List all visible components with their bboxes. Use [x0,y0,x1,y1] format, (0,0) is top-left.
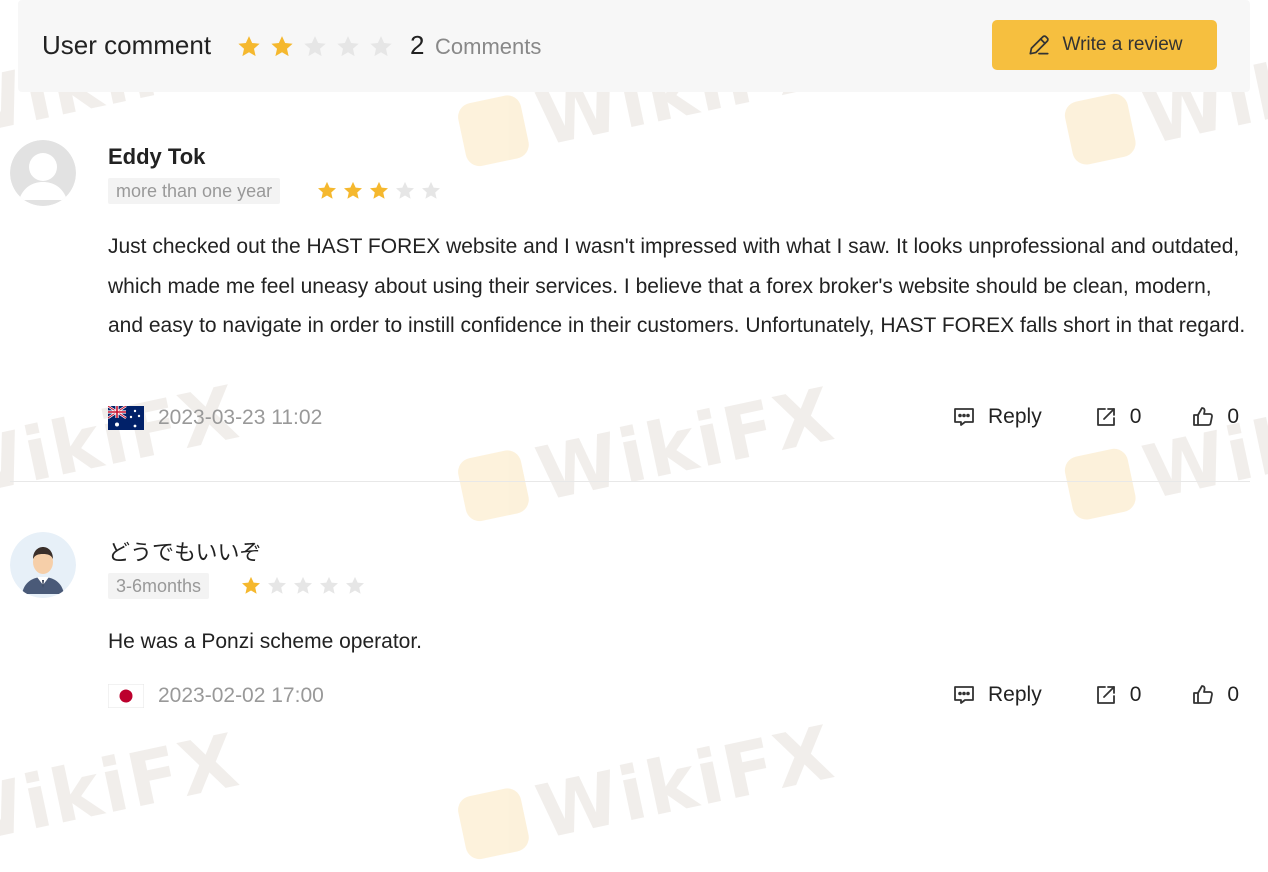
reply-button[interactable]: Reply [952,405,1042,429]
review-meta: 2023-02-02 17:00 [108,684,324,708]
reply-button[interactable]: Reply [952,683,1042,707]
reviewer-name[interactable]: どうでもいいぞ [108,535,262,567]
like-count: 0 [1227,405,1240,428]
usage-duration-badge: more than one year [108,178,281,204]
star-filled-icon [370,181,388,199]
like-count: 0 [1227,683,1240,706]
star-empty-icon [396,181,414,199]
star-filled-icon [344,181,362,199]
star-filled-icon [271,36,293,57]
thumbs-up-icon [1193,685,1214,704]
review-rating-stars [240,575,366,597]
watermark: WikiFX [0,717,247,865]
write-review-label: Write a review [1062,34,1183,55]
review-text: He was a Ponzi scheme operator. [108,630,422,653]
star-filled-icon [242,576,260,594]
share-icon [1096,686,1115,704]
reply-label: Reply [988,683,1042,706]
review-actions: Reply 0 0 [952,683,1239,707]
star-empty-icon [268,576,286,594]
share-icon [1096,408,1115,426]
comment-icon [954,686,974,704]
section-title: User comment [42,30,212,60]
watermark: WikiFX [453,710,842,872]
review-date: 2023-03-23 11:02 [158,406,323,429]
man-avatar-icon [10,532,76,598]
comment-icon [954,408,974,426]
reviewer-name[interactable]: Eddy Tok [108,144,205,170]
star-empty-icon [346,576,364,594]
like-button[interactable]: 0 [1191,405,1239,429]
comment-count-label: Comments [435,34,542,59]
default-avatar-icon [10,140,76,206]
review-text: Just checked out the HAST FOREX website … [108,235,1246,337]
reply-label: Reply [988,405,1042,428]
watermark: WikiFX [453,372,842,535]
thumbs-up-icon [1193,407,1214,426]
star-empty-icon [294,576,312,594]
australia-flag-icon [108,406,144,430]
share-count: 0 [1129,405,1142,428]
star-filled-icon [318,181,336,199]
share-button[interactable]: 0 [1094,405,1142,429]
pencil-icon [1029,35,1050,55]
star-filled-icon [238,36,260,57]
overall-rating-stars [236,34,394,60]
star-empty-icon [320,576,338,594]
share-count: 0 [1129,683,1142,706]
review-rating-stars [316,180,442,202]
review-actions: Reply 0 0 [952,405,1239,429]
star-empty-icon [370,36,392,57]
star-empty-icon [304,36,326,57]
share-button[interactable]: 0 [1094,683,1142,707]
review-meta: 2023-03-23 11:02 [108,406,322,430]
japan-flag-icon [108,684,144,708]
like-button[interactable]: 0 [1191,683,1239,707]
review-date: 2023-02-02 17:00 [158,684,324,707]
review-divider [10,481,1250,482]
star-empty-icon [337,36,359,57]
star-empty-icon [422,181,440,199]
comment-count: 2 [410,30,425,60]
usage-duration-badge: 3-6months [108,573,210,599]
comments-header: User comment 2 Comments Write a review [18,0,1250,92]
watermark: WikiFX [0,369,247,517]
write-review-button[interactable]: Write a review [992,20,1217,70]
